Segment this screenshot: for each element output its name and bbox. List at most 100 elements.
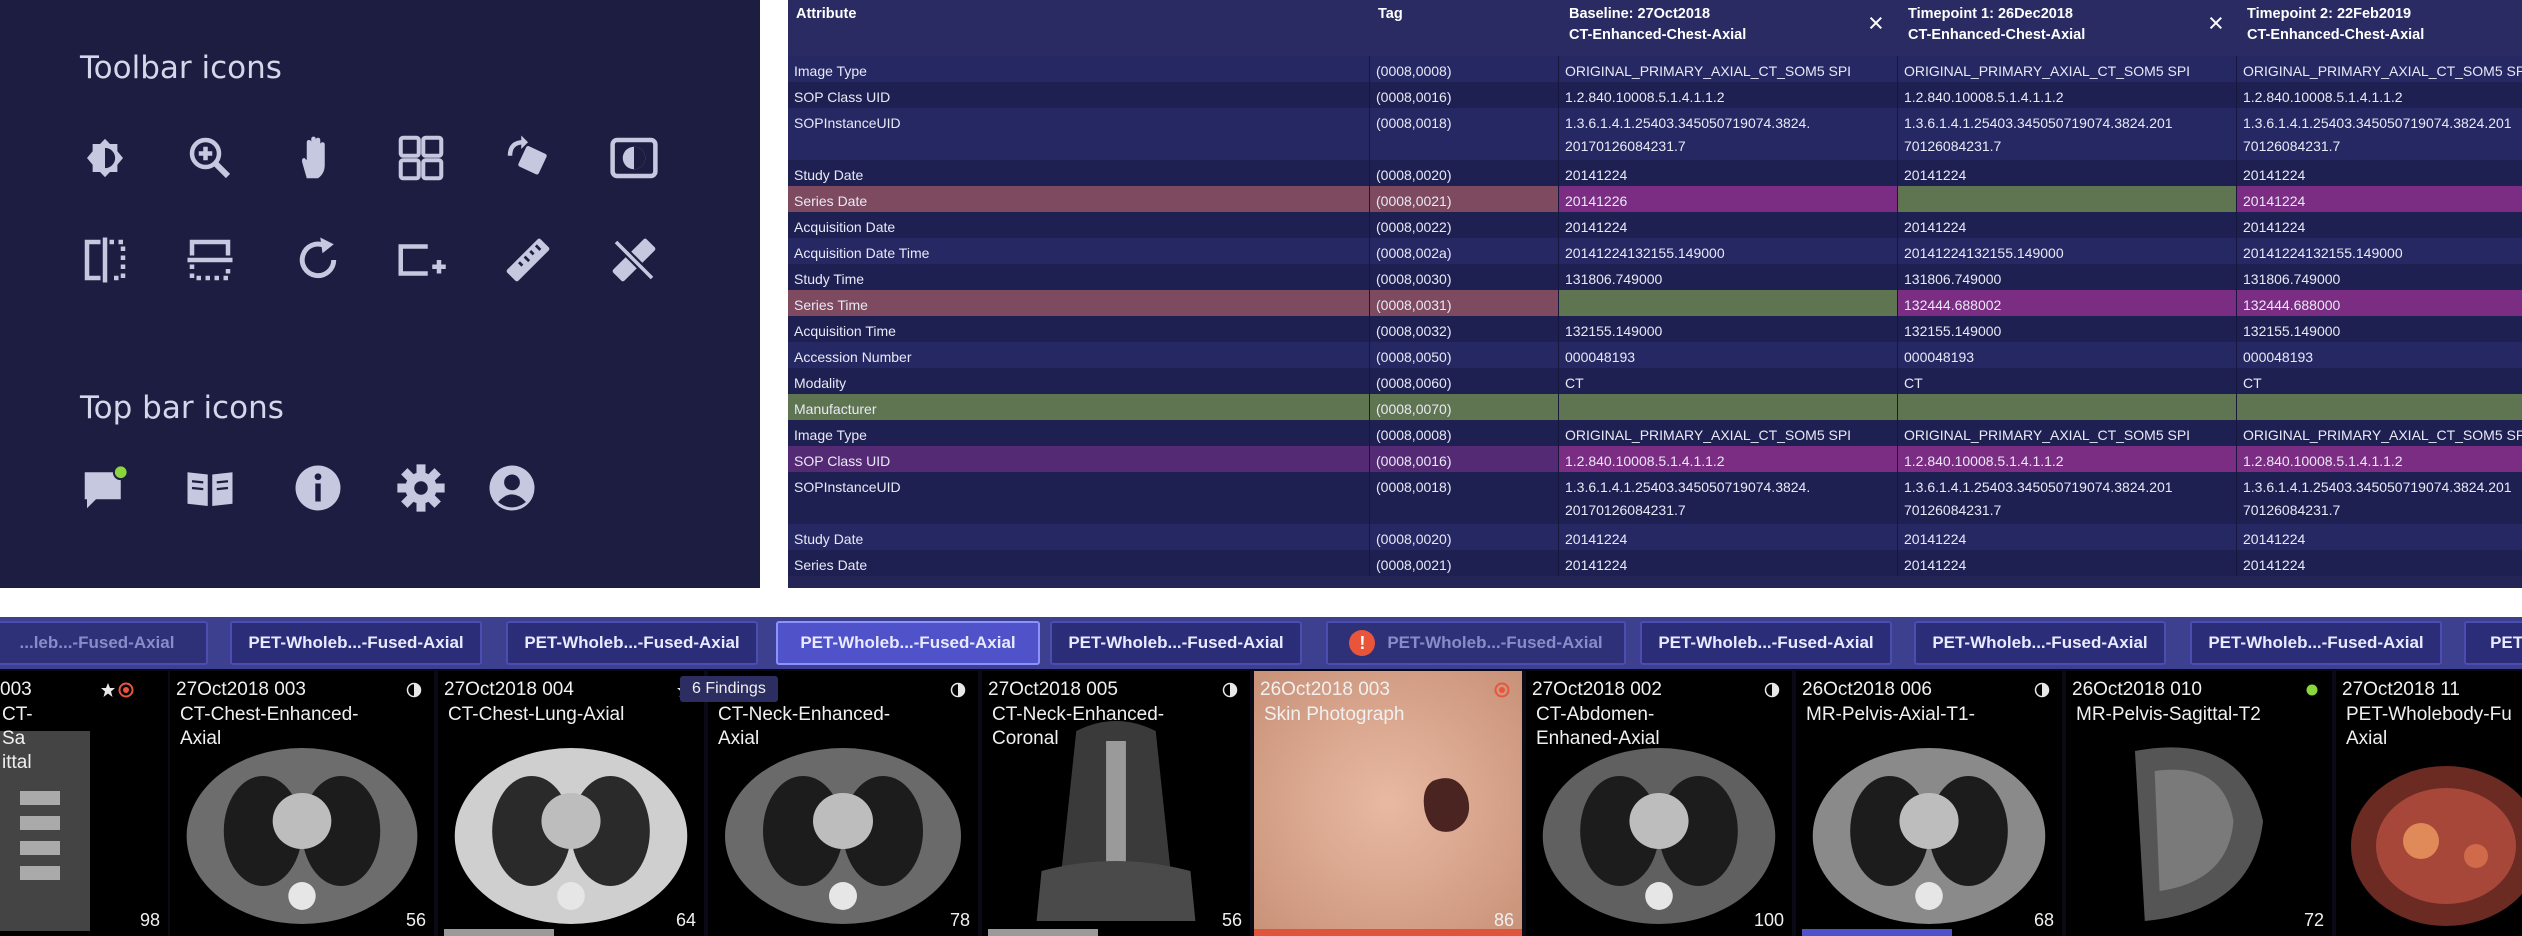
user-account-icon[interactable] bbox=[484, 460, 540, 516]
thumbnail-date: 27Oct2018 002 bbox=[1532, 679, 1662, 700]
thumbnail-description: MR-Pelvis-Sagittal-T2 bbox=[2076, 704, 2261, 725]
table-row: SOPInstanceUID (0008,0018) 1.3.6.1.4.1.254… bbox=[788, 108, 2522, 160]
remove-measure-icon[interactable] bbox=[606, 232, 662, 288]
image-count: 56 bbox=[405, 910, 426, 930]
attribute-cell: Acquisition Time bbox=[788, 316, 1370, 342]
table-row: Study Date (0008,0020) 20141224 20141224 201… bbox=[788, 160, 2522, 186]
series-tab[interactable]: PET-Wholeb...-Fused-Axial bbox=[1640, 621, 1892, 665]
invert-icon[interactable] bbox=[606, 130, 662, 186]
series-tab[interactable]: PET- bbox=[2464, 621, 2522, 665]
series-thumbnail[interactable]: 26Oct2018 003 Skin Photograph 86 bbox=[1254, 671, 1522, 936]
timepoint-1-value-cell: 20141224132155.149000 bbox=[1898, 238, 2237, 264]
image-count: 86 bbox=[1493, 910, 1514, 930]
chat-notification-icon[interactable] bbox=[77, 460, 133, 516]
timepoint-2-value-cell: ORIGINAL_PRIMARY_AXIAL_CT_SOM5 SPI bbox=[2243, 63, 2522, 79]
tag-cell: (0008,0032) bbox=[1370, 316, 1559, 342]
baseline-value-cell bbox=[1559, 290, 1898, 316]
timepoint-2-value-cell: 131806.749000 bbox=[2243, 271, 2341, 287]
thumbnail-description: PET-Wholebody-Fu Axial bbox=[2346, 704, 2512, 749]
series-tab[interactable]: PET-Wholeb...-Fused-Axial bbox=[1914, 621, 2166, 665]
close-timepoint-1-column-button[interactable]: × bbox=[2208, 10, 2224, 37]
book-icon[interactable] bbox=[182, 460, 238, 516]
flip-horizontal-icon[interactable] bbox=[77, 232, 133, 288]
series-thumbnail[interactable]: 27Oct2018 003 CT-Chest-Enhanced- Axial 56 bbox=[170, 671, 434, 936]
attribute-cell: Acquisition Date bbox=[788, 212, 1370, 238]
rotate-icon[interactable] bbox=[500, 130, 556, 186]
add-rectangle-icon[interactable] bbox=[393, 232, 449, 288]
attribute-cell: Study Date bbox=[788, 160, 1370, 186]
thumbnail-description: Skin Photograph bbox=[1264, 704, 1405, 725]
attribute-cell: Series Date bbox=[788, 186, 1370, 212]
tag-cell: (0008,002a) bbox=[1370, 238, 1559, 264]
close-baseline-column-button[interactable]: × bbox=[1868, 10, 1884, 37]
layout-grid-icon[interactable] bbox=[393, 130, 449, 186]
timepoint-2-value-cell: 20141224132155.149000 bbox=[2243, 245, 2403, 261]
topbar-icons-title: Top bar icons bbox=[80, 390, 284, 426]
image-count: 68 bbox=[2033, 910, 2054, 930]
timepoint-2-value-cell: 20141224 bbox=[2237, 186, 2522, 212]
series-tab[interactable]: PET-Wholeb...-Fused-Axial bbox=[2190, 621, 2442, 665]
thumbnail-date: 27Oct2018 11 bbox=[2342, 679, 2460, 700]
thumbnail-description: MR-Pelvis-Axial-T1- bbox=[1806, 704, 1975, 725]
series-tab[interactable]: PET-Wholeb...-Fused-Axial bbox=[1050, 621, 1302, 665]
load-progress-bar bbox=[444, 929, 554, 936]
series-tab[interactable]: PET-Wholeb...-Fused-Axial bbox=[230, 621, 482, 665]
series-thumbnail[interactable]: 003 CT- Sa ittal 98 bbox=[0, 671, 168, 936]
series-thumbnail[interactable]: 27Oct2018 004 CT-Chest-Lung-Axial 64 bbox=[438, 671, 704, 936]
attribute-cell: Image Type bbox=[788, 420, 1370, 446]
series-tab-label: ...leb...-Fused-Axial bbox=[19, 633, 175, 652]
tag-cell: (0008,0050) bbox=[1370, 342, 1559, 368]
timepoint-1-value-cell: 1.2.840.10008.5.1.4.1.1.2 bbox=[1898, 82, 2237, 108]
tag-cell: (0008,0018) bbox=[1370, 472, 1559, 524]
series-tab-label: PET-Wholeb...-Fused-Axial bbox=[524, 633, 740, 652]
header-timepoint-1: Timepoint 1: 26Dec2018 CT-Enhanced-Chest-… bbox=[1908, 6, 2086, 43]
table-row: Acquisition Date (0008,0022) 20141224 20141… bbox=[788, 212, 2522, 238]
series-tab[interactable]: ! PET-Wholeb...-Fused-Axial bbox=[1326, 621, 1626, 665]
pan-hand-icon[interactable] bbox=[290, 130, 346, 186]
baseline-value-cell: 000048193 bbox=[1559, 342, 1898, 368]
timepoint-2-value-cell: 000048193 bbox=[2243, 349, 2314, 365]
timepoint-1-value-cell: 1.3.6.1.4.1.25403.345050719074.3824.201 7… bbox=[1898, 472, 2237, 524]
series-tab[interactable]: ...leb...-Fused-Axial bbox=[0, 621, 208, 665]
load-progress-bar bbox=[988, 929, 1098, 936]
series-thumbnail[interactable]: 27Oct2018 11 PET-Wholebody-Fu Axial bbox=[2336, 671, 2522, 936]
series-thumbnail[interactable]: 8 002CT-Neck-Enhanced- Axial78 bbox=[708, 671, 978, 936]
reference-lines-icon[interactable] bbox=[182, 232, 238, 288]
timepoint-1-value-cell: 000048193 bbox=[1898, 342, 2237, 368]
tag-cell: (0008,0018) bbox=[1370, 108, 1559, 160]
header-tag: Tag bbox=[1378, 6, 1403, 22]
header-attribute: Attribute bbox=[796, 6, 857, 22]
contrast-icon[interactable] bbox=[77, 130, 133, 186]
attribute-cell: Image Type bbox=[788, 56, 1370, 82]
image-count: 56 bbox=[1221, 910, 1242, 930]
ruler-icon[interactable] bbox=[500, 232, 556, 288]
settings-icon[interactable] bbox=[393, 460, 449, 516]
reset-icon[interactable] bbox=[290, 232, 346, 288]
series-tab[interactable]: PET-Wholeb...-Fused-Axial bbox=[776, 621, 1040, 665]
table-row: SOP Class UID (0008,0016) 1.2.840.10008.5.… bbox=[788, 446, 2522, 472]
thumbnail-date: 27Oct2018 003 bbox=[176, 679, 306, 700]
error-status-icon bbox=[1494, 682, 1510, 698]
table-row: Study Time (0008,0030) 131806.749000 131806… bbox=[788, 264, 2522, 290]
thumbnail-description: CT-Neck-Enhanced- Coronal bbox=[992, 704, 1165, 749]
tag-cell: (0008,0030) bbox=[1370, 264, 1559, 290]
series-thumbnail[interactable]: 26Oct2018 006 MR-Pelvis-Axial-T1- 68 bbox=[1796, 671, 2062, 936]
zoom-in-icon[interactable] bbox=[182, 130, 238, 186]
error-alert-icon: ! bbox=[1349, 630, 1376, 656]
info-icon[interactable] bbox=[290, 460, 346, 516]
thumbnail-description: CT-Abdomen- Enhaned-Axial bbox=[1536, 704, 1660, 749]
series-thumbnail[interactable]: 27Oct2018 002 CT-Abdomen- Enhaned-Axial 10… bbox=[1526, 671, 1792, 936]
toolbar-icons-title: Toolbar icons bbox=[80, 50, 282, 86]
baseline-value-cell: 1.2.840.10008.5.1.4.1.1.2 bbox=[1559, 446, 1898, 472]
half-circle-status-icon bbox=[2034, 682, 2050, 698]
series-thumbnail[interactable]: 27Oct2018 005 CT-Neck-Enhanced- Coronal 56 bbox=[982, 671, 1250, 936]
series-thumbnail[interactable]: 26Oct2018 010 MR-Pelvis-Sagittal-T2 72 bbox=[2066, 671, 2332, 936]
thumbnail-date: 003 bbox=[0, 679, 32, 700]
attribute-cell: SOPInstanceUID bbox=[788, 108, 1370, 160]
baseline-value-cell: CT bbox=[1559, 368, 1898, 394]
series-tab[interactable]: PET-Wholeb...-Fused-Axial bbox=[506, 621, 758, 665]
image-count: 78 bbox=[949, 910, 970, 930]
series-tab-label: PET-Wholeb...-Fused-Axial bbox=[1658, 633, 1874, 652]
tag-cell: (0008,0008) bbox=[1370, 56, 1559, 82]
tag-cell: (0008,0060) bbox=[1370, 368, 1559, 394]
